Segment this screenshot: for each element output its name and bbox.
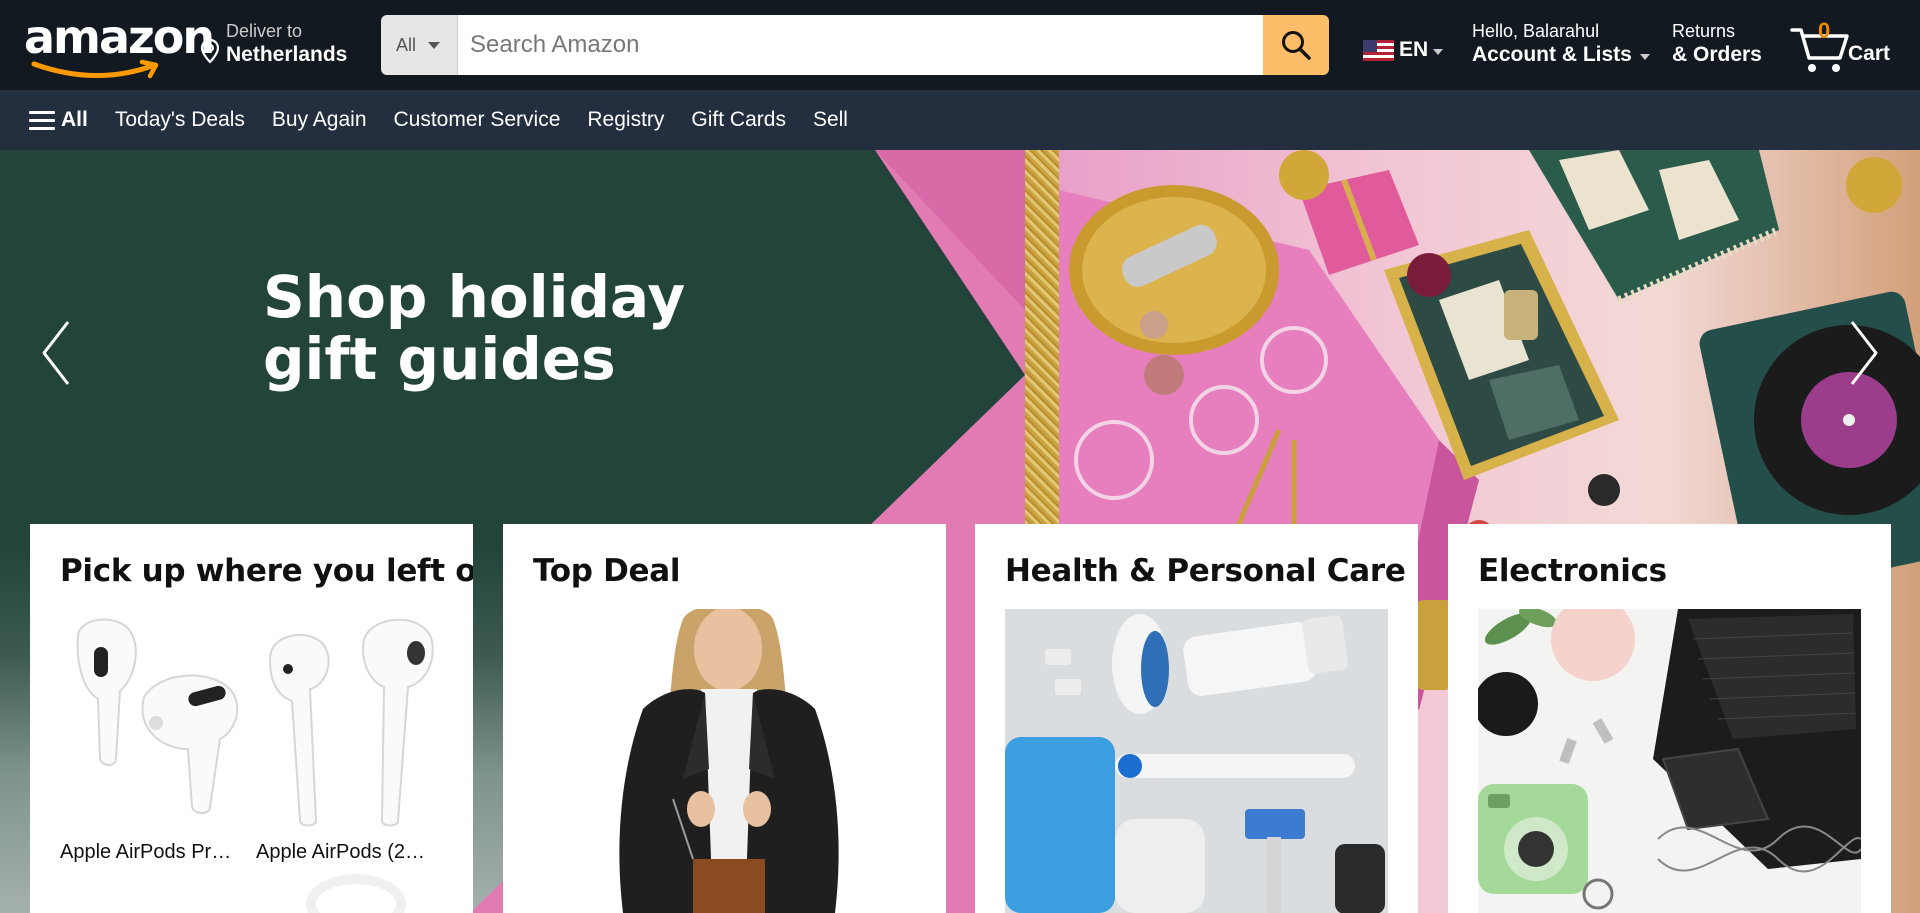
product-caption[interactable]: Apple AirPods (2n… — [256, 841, 436, 864]
nav-link-todays-deals[interactable]: Today's Deals — [115, 90, 245, 150]
card-title[interactable]: Health & Personal Care — [1005, 554, 1406, 588]
nav-link-customer-service[interactable]: Customer Service — [394, 90, 561, 150]
language-selector[interactable]: EN — [1363, 38, 1444, 62]
language-label: EN — [1399, 38, 1429, 61]
chevron-down-icon — [1639, 54, 1650, 60]
carousel-prev-arrow-icon[interactable] — [36, 310, 80, 396]
deliver-to-location[interactable]: Deliver to Netherlands — [200, 20, 347, 70]
airpods-pro-image[interactable] — [60, 609, 246, 829]
search-category-label: All — [396, 34, 417, 55]
returns-and-orders[interactable]: Returns & Orders — [1672, 20, 1762, 68]
returns-label: Returns — [1672, 21, 1736, 41]
search-icon — [1282, 31, 1311, 60]
amazon-logo[interactable]: amazon — [24, 10, 215, 79]
electronics-image[interactable] — [1478, 609, 1861, 913]
hero-title[interactable]: Shop holiday gift guides — [263, 266, 685, 390]
location-pin-icon — [200, 38, 220, 64]
nav-link-registry[interactable]: Registry — [587, 90, 664, 150]
all-menu-button[interactable]: All — [29, 90, 88, 150]
deliver-label: Deliver to — [226, 21, 303, 41]
search-input[interactable] — [458, 15, 1263, 75]
account-and-lists[interactable]: Hello, Balarahul Account & Lists — [1472, 20, 1650, 68]
card-title[interactable]: Top Deal — [533, 554, 916, 588]
hero-title-line2: gift guides — [263, 325, 616, 393]
hamburger-menu-icon — [29, 110, 55, 130]
deliver-country: Netherlands — [226, 43, 348, 66]
card-electronics: Electronics — [1448, 524, 1891, 913]
nav-link-gift-cards[interactable]: Gift Cards — [691, 90, 786, 150]
card-title[interactable]: Electronics — [1478, 554, 1861, 588]
us-flag-icon — [1363, 39, 1394, 61]
account-greeting: Hello, Balarahul — [1472, 21, 1600, 41]
search-category-dropdown[interactable]: All — [381, 15, 458, 75]
card-top-deal: Top Deal — [503, 524, 946, 913]
logo-smile-icon — [31, 59, 159, 79]
health-products-image[interactable] — [1005, 609, 1388, 913]
orders-label: & Orders — [1672, 43, 1762, 66]
product-caption[interactable]: Apple AirPods Pro… — [60, 841, 240, 864]
all-menu-label: All — [61, 108, 88, 131]
card-pick-up-where-you-left-off: Pick up where you left off Apple AirPods… — [30, 524, 473, 913]
chevron-down-icon — [428, 41, 441, 49]
chevron-down-icon — [1433, 49, 1444, 55]
leather-jacket-image[interactable] — [533, 609, 916, 913]
account-label: Account & Lists — [1472, 43, 1632, 66]
search-bar: All — [381, 15, 1329, 75]
nav-link-buy-again[interactable]: Buy Again — [272, 90, 367, 150]
nav-link-sell[interactable]: Sell — [813, 90, 848, 150]
secondary-navbar: All Today's Deals Buy Again Customer Ser… — [0, 90, 1920, 150]
airpods-2nd-gen-image[interactable] — [256, 609, 442, 829]
carousel-next-arrow-icon[interactable] — [1840, 310, 1884, 396]
search-button[interactable] — [1263, 15, 1329, 75]
cart-button[interactable]: 0 Cart — [1790, 16, 1910, 76]
product-thumbnail[interactable] — [306, 874, 406, 913]
logo-text: amazon — [24, 10, 215, 64]
card-health-personal-care: Health & Personal Care — [975, 524, 1418, 913]
top-navbar: amazon Deliver to Netherlands All EN — [0, 0, 1920, 90]
cart-label: Cart — [1848, 42, 1891, 65]
hero-title-line1: Shop holiday — [263, 263, 686, 331]
cart-count: 0 — [1818, 18, 1831, 43]
card-title[interactable]: Pick up where you left off — [60, 554, 473, 588]
